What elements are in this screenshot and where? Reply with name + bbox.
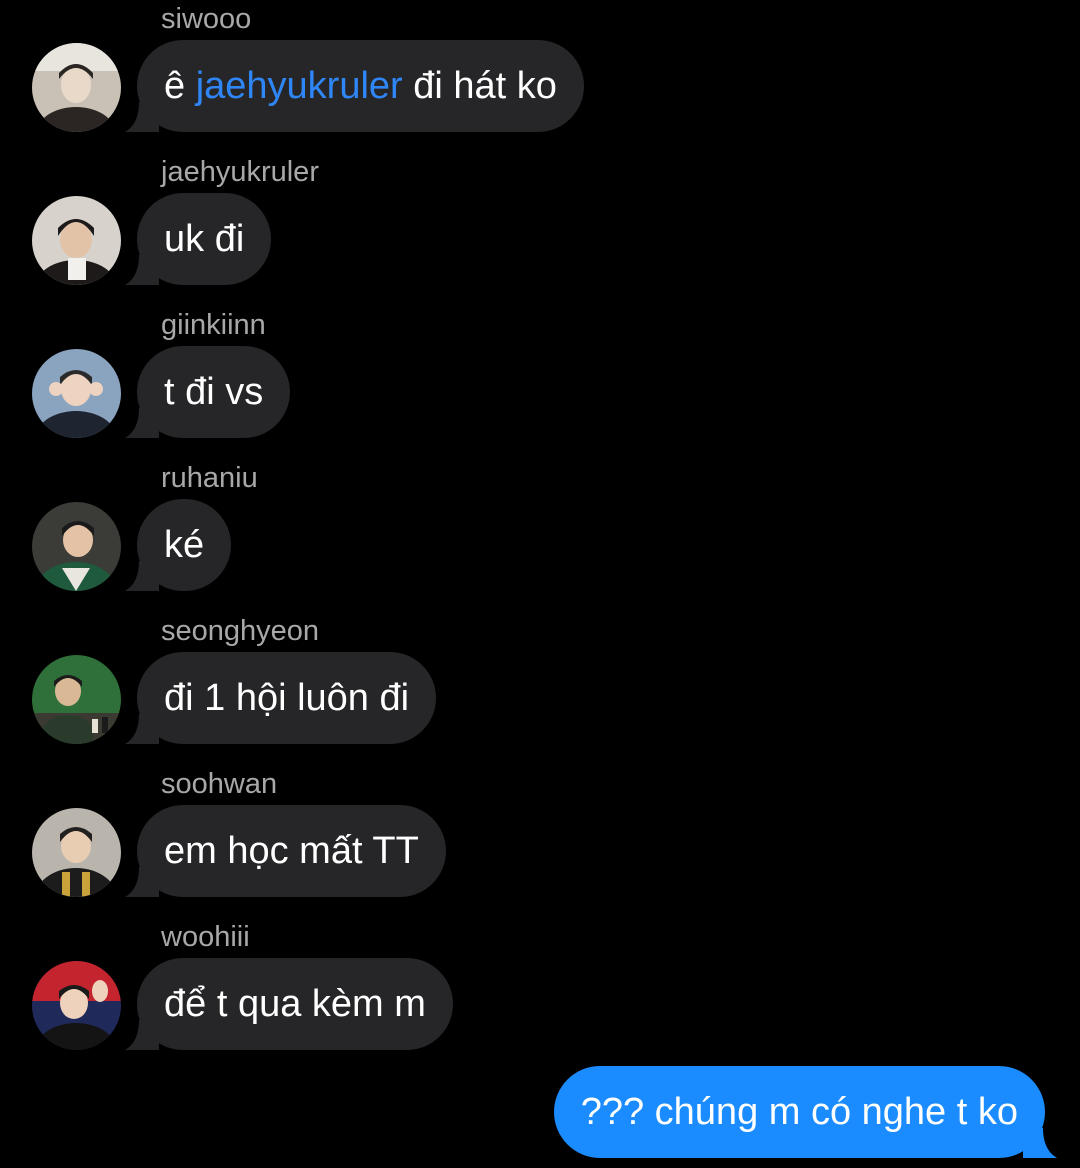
- sender-name[interactable]: soohwan: [161, 767, 277, 801]
- message-group: soohwan em học mất TT: [0, 765, 1080, 918]
- bubble-tail-icon: [125, 714, 159, 744]
- mention-link[interactable]: jaehyukruler: [196, 65, 403, 107]
- bubble-tail-icon: [1023, 1128, 1057, 1158]
- message-bubble[interactable]: uk đi: [125, 193, 272, 285]
- bubble-tail-icon: [125, 255, 159, 285]
- user-avatar-jaehyukruler[interactable]: [32, 196, 121, 285]
- sender-name[interactable]: jaehyukruler: [161, 155, 319, 189]
- message-bubble[interactable]: ké: [125, 499, 232, 591]
- message-bubble[interactable]: ê jaehyukruler đi hát ko: [125, 40, 584, 132]
- bubble-tail-icon: [125, 867, 159, 897]
- chat-thread: siwooo ê jaehyukruler đi hát ko jaehyukr…: [0, 0, 1080, 1168]
- message-text: t đi vs: [164, 371, 264, 413]
- user-avatar-giinkiinn[interactable]: [32, 349, 121, 438]
- message-group: giinkiinn t đi vs: [0, 306, 1080, 459]
- message-group: seonghyeon đi 1 hội luôn đi: [0, 612, 1080, 765]
- sender-name[interactable]: woohiii: [161, 920, 250, 954]
- message-text: ké: [164, 524, 205, 566]
- message-bubble[interactable]: để t qua kèm m: [125, 958, 453, 1050]
- message-group: woohiii để t qua kèm m: [0, 918, 1080, 1071]
- bubble-tail-icon: [125, 1020, 159, 1050]
- user-avatar-soohwan[interactable]: [32, 808, 121, 897]
- message-group: siwooo ê jaehyukruler đi hát ko: [0, 0, 1080, 153]
- sender-name[interactable]: ruhaniu: [161, 461, 258, 495]
- message-text: đi 1 hội luôn đi: [164, 677, 410, 719]
- message-text: để t qua kèm m: [164, 983, 426, 1025]
- message-group: ruhaniu ké: [0, 459, 1080, 612]
- message-text: ê: [164, 65, 196, 107]
- sender-name[interactable]: giinkiinn: [161, 308, 266, 342]
- message-bubble[interactable]: t đi vs: [125, 346, 291, 438]
- message-text: ??? chúng m có nghe t ko: [580, 1091, 1018, 1133]
- outgoing-message-bubble[interactable]: ??? chúng m có nghe t ko: [553, 1066, 1057, 1158]
- message-text: em học mất TT: [164, 830, 419, 872]
- sender-name[interactable]: siwooo: [161, 2, 251, 36]
- user-avatar-ruhaniu[interactable]: [32, 502, 121, 591]
- user-avatar-siwooo[interactable]: [32, 43, 121, 132]
- bubble-tail-icon: [125, 561, 159, 591]
- message-bubble[interactable]: đi 1 hội luôn đi: [125, 652, 437, 744]
- bubble-tail-icon: [125, 408, 159, 438]
- message-text: đi hát ko: [402, 65, 557, 107]
- user-avatar-seonghyeon[interactable]: [32, 655, 121, 744]
- message-text: uk đi: [164, 218, 245, 260]
- outgoing-message-group: ??? chúng m có nghe t ko: [0, 1066, 1080, 1166]
- message-group: jaehyukruler uk đi: [0, 153, 1080, 306]
- message-bubble[interactable]: em học mất TT: [125, 805, 446, 897]
- bubble-tail-icon: [125, 102, 159, 132]
- sender-name[interactable]: seonghyeon: [161, 614, 319, 648]
- user-avatar-woohiii[interactable]: [32, 961, 121, 1050]
